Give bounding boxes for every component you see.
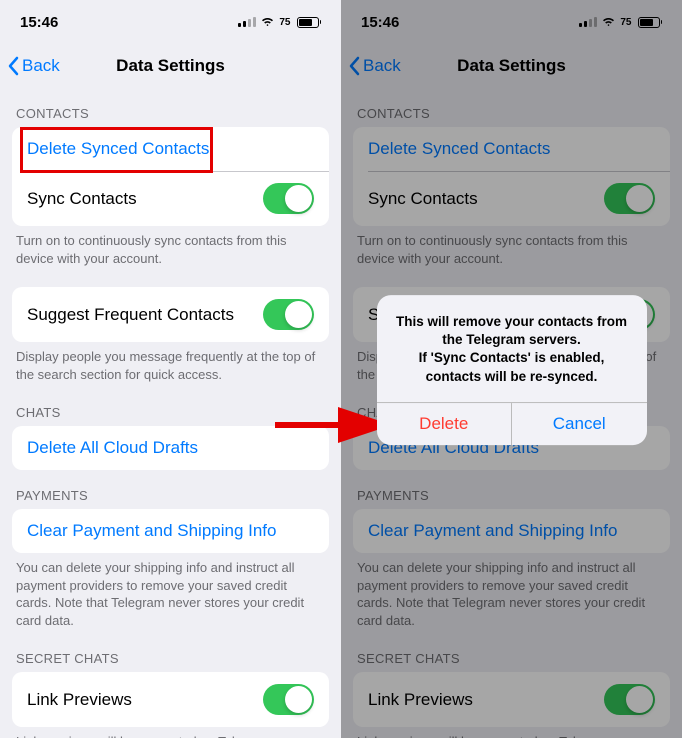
cell-label: Clear Payment and Shipping Info — [368, 521, 618, 541]
status-time: 15:46 — [20, 14, 58, 31]
nav-bar: Back Data Settings — [341, 44, 682, 88]
section-header-secret: SECRET CHATS — [0, 633, 341, 672]
status-indicators: 75 — [238, 13, 321, 32]
alert-cancel-button[interactable]: Cancel — [511, 403, 647, 445]
battery-percent: 75 — [279, 17, 290, 28]
section-header-contacts: CONTACTS — [0, 88, 341, 127]
footer-payment: You can delete your shipping info and in… — [341, 553, 682, 633]
status-time: 15:46 — [361, 14, 399, 31]
back-button[interactable]: Back — [349, 56, 401, 76]
cell-delete-synced-contacts: Delete Synced Contacts — [353, 127, 670, 171]
cell-label: Link Previews — [27, 690, 132, 710]
cell-group-suggest: Suggest Frequent Contacts — [12, 287, 329, 342]
cell-group-payments: Clear Payment and Shipping Info — [353, 509, 670, 553]
cell-link-previews[interactable]: Link Previews — [12, 672, 329, 727]
alert-delete-button[interactable]: Delete — [377, 403, 512, 445]
section-header-chats: CHATS — [0, 387, 341, 426]
cellular-signal-icon — [579, 17, 597, 27]
cell-group-chats: Delete All Cloud Drafts — [12, 426, 329, 470]
cell-delete-synced-contacts[interactable]: Delete Synced Contacts — [12, 127, 329, 171]
cell-label: Sync Contacts — [27, 189, 137, 209]
screen-right: 15:46 75 Back Data Settings CONTACTS Del… — [341, 0, 682, 738]
cell-label: Sync Contacts — [368, 189, 478, 209]
footer-sync: Turn on to continuously sync contacts fr… — [341, 226, 682, 271]
section-header-secret: SECRET CHATS — [341, 633, 682, 672]
cell-clear-payment: Clear Payment and Shipping Info — [353, 509, 670, 553]
screen-left: 15:46 75 Back Data Settings CONTACTS Del… — [0, 0, 341, 738]
section-header-contacts: CONTACTS — [341, 88, 682, 127]
footer-payment: You can delete your shipping info and in… — [0, 553, 341, 633]
page-title: Data Settings — [457, 56, 566, 76]
toggle-sync-contacts[interactable] — [263, 183, 314, 214]
footer-sync: Turn on to continuously sync contacts fr… — [0, 226, 341, 271]
page-title: Data Settings — [116, 56, 225, 76]
cell-label: Clear Payment and Shipping Info — [27, 521, 277, 541]
cell-group-payments: Clear Payment and Shipping Info — [12, 509, 329, 553]
cell-label: Delete Synced Contacts — [27, 139, 209, 159]
cellular-signal-icon — [238, 17, 256, 27]
section-header-payments: PAYMENTS — [341, 470, 682, 509]
nav-bar: Back Data Settings — [0, 44, 341, 88]
cell-sync-contacts: Sync Contacts — [353, 171, 670, 226]
cell-group-secret: Link Previews — [353, 672, 670, 727]
back-label: Back — [363, 56, 401, 76]
scroll-content[interactable]: CONTACTS Delete Synced Contacts Sync Con… — [0, 88, 341, 738]
footer-link: Link previews will be generated on Teleg… — [0, 727, 341, 738]
footer-suggest: Display people you message frequently at… — [0, 342, 341, 387]
back-button[interactable]: Back — [8, 56, 60, 76]
cell-group-contacts: Delete Synced Contacts Sync Contacts — [353, 127, 670, 226]
battery-icon — [297, 17, 322, 28]
section-header-payments: PAYMENTS — [0, 470, 341, 509]
cell-label: Delete All Cloud Drafts — [27, 438, 198, 458]
wifi-icon — [260, 13, 275, 32]
cell-group-secret: Link Previews — [12, 672, 329, 727]
cell-clear-payment[interactable]: Clear Payment and Shipping Info — [12, 509, 329, 553]
cell-delete-cloud-drafts[interactable]: Delete All Cloud Drafts — [12, 426, 329, 470]
chevron-left-icon — [8, 56, 20, 76]
back-label: Back — [22, 56, 60, 76]
confirmation-alert: This will remove your contacts from the … — [377, 295, 647, 445]
toggle-link-previews — [604, 684, 655, 715]
cell-suggest-frequent[interactable]: Suggest Frequent Contacts — [12, 287, 329, 342]
status-bar: 15:46 75 — [0, 0, 341, 44]
cell-label: Link Previews — [368, 690, 473, 710]
status-indicators: 75 — [579, 13, 662, 32]
wifi-icon — [601, 13, 616, 32]
cell-link-previews: Link Previews — [353, 672, 670, 727]
alert-message: This will remove your contacts from the … — [377, 295, 647, 402]
alert-buttons: Delete Cancel — [377, 402, 647, 445]
cell-label: Delete Synced Contacts — [368, 139, 550, 159]
footer-link: Link previews will be generated on Teleg… — [341, 727, 682, 738]
battery-percent: 75 — [620, 17, 631, 28]
cell-label: Suggest Frequent Contacts — [27, 305, 234, 325]
cell-group-contacts: Delete Synced Contacts Sync Contacts — [12, 127, 329, 226]
status-bar: 15:46 75 — [341, 0, 682, 44]
toggle-sync-contacts — [604, 183, 655, 214]
toggle-suggest-frequent[interactable] — [263, 299, 314, 330]
battery-icon — [638, 17, 663, 28]
cell-sync-contacts[interactable]: Sync Contacts — [12, 171, 329, 226]
chevron-left-icon — [349, 56, 361, 76]
toggle-link-previews[interactable] — [263, 684, 314, 715]
